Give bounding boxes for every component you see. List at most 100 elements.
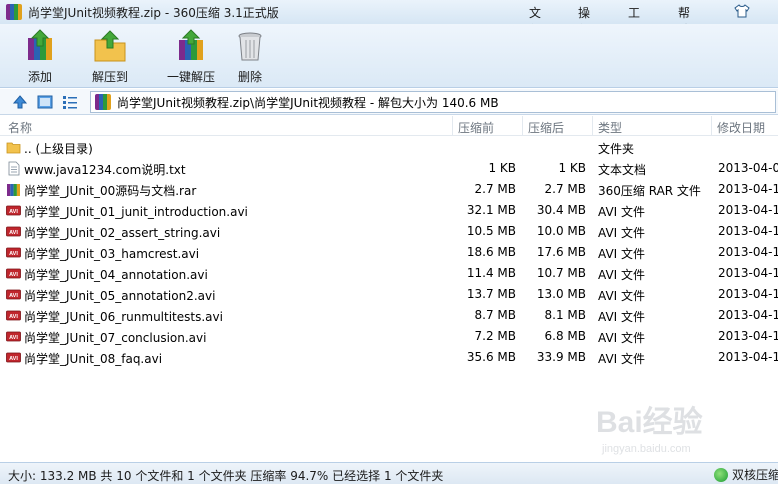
file-type: AVI 文件: [598, 289, 646, 303]
file-type: AVI 文件: [598, 247, 646, 261]
column-header-original[interactable]: 压缩后: [528, 119, 564, 136]
file-compressed-size: 35.6 MB: [466, 350, 516, 364]
file-name: 尚学堂_JUnit_01_junit_introduction.avi: [24, 205, 248, 219]
file-modified-date: 2013-04-1: [718, 245, 778, 259]
address-path-field[interactable]: 尚学堂JUnit视频教程.zip\尚学堂JUnit视频教程 - 解包大小为 14…: [90, 91, 776, 113]
svg-text:AVI: AVI: [9, 356, 18, 362]
file-type: AVI 文件: [598, 226, 646, 240]
file-compressed-size: 8.7 MB: [474, 308, 516, 322]
zip-archive-icon: [6, 4, 22, 20]
column-header-compressed[interactable]: 压缩前: [458, 119, 494, 136]
file-modified-date: 2013-04-1: [718, 329, 778, 343]
file-compressed-size: 2.7 MB: [474, 182, 516, 196]
file-row[interactable]: AVI 尚学堂_JUnit_03_hamcrest.avi 18.6 MB 17.6 …: [0, 242, 778, 263]
column-divider[interactable]: [522, 116, 523, 136]
avi-file-icon: AVI: [6, 224, 21, 239]
file-original-size: 10.0 MB: [536, 224, 586, 238]
file-row[interactable]: AVI 尚学堂_JUnit_02_assert_string.avi 10.5 MB…: [0, 221, 778, 242]
file-compressed-size: 1 KB: [488, 161, 516, 175]
avi-file-icon: AVI: [6, 287, 21, 302]
file-name: 尚学堂_JUnit_06_runmultitests.avi: [24, 310, 223, 324]
add-label: 添加: [27, 70, 52, 84]
file-type: AVI 文件: [598, 352, 646, 366]
file-row[interactable]: AVI 尚学堂_JUnit_06_runmultitests.avi 8.7 MB 8…: [0, 305, 778, 326]
column-header-type[interactable]: 类型: [598, 119, 622, 136]
file-original-size: 13.0 MB: [536, 287, 586, 301]
file-modified-date: 2013-04-1: [718, 224, 778, 238]
window-title: 尚学堂JUnit视频教程.zip - 360压缩 3.1正式版: [28, 5, 279, 20]
file-list: .. (上级目录) 文件夹 www.java1234.com说明.txt 1 KB 1 …: [0, 137, 778, 460]
dual-core-indicator[interactable]: 双核压缩: [714, 466, 778, 483]
file-modified-date: 2013-04-1: [718, 203, 778, 217]
status-text: 大小: 133.2 MB 共 10 个文件和 1 个文件夹 压缩率 94.7% …: [8, 469, 444, 483]
file-type: AVI 文件: [598, 205, 646, 219]
one-click-extract-icon: [179, 29, 203, 60]
avi-file-icon: AVI: [6, 245, 21, 260]
title-bar: 尚学堂JUnit视频教程.zip - 360压缩 3.1正式版: [0, 0, 778, 24]
avi-file-icon: AVI: [6, 266, 21, 281]
column-header-modified[interactable]: 修改日期: [717, 119, 765, 136]
file-original-size: 30.4 MB: [536, 203, 586, 217]
file-original-size: 10.7 MB: [536, 266, 586, 280]
file-original-size: 2.7 MB: [544, 182, 586, 196]
trash-icon: [238, 32, 262, 61]
add-button[interactable]: 添加: [5, 28, 75, 86]
file-name: 尚学堂_JUnit_03_hamcrest.avi: [24, 247, 200, 261]
toolbar: 添加 解压到 一键解压 删除: [0, 24, 778, 88]
extract-to-button[interactable]: 解压到: [75, 28, 145, 86]
file-type: AVI 文件: [598, 310, 646, 324]
file-row[interactable]: AVI 尚学堂_JUnit_04_annotation.avi 11.4 MB 10.…: [0, 263, 778, 284]
file-type: AVI 文件: [598, 331, 646, 345]
file-original-size: 8.1 MB: [544, 308, 586, 322]
file-name: 尚学堂_JUnit_08_faq.avi: [24, 352, 163, 366]
thumbnail-view-icon[interactable]: [37, 94, 53, 110]
dual-core-label: 双核压缩: [732, 468, 778, 482]
file-compressed-size: 11.4 MB: [466, 266, 516, 280]
folder-icon: [6, 140, 21, 155]
skin-shirt-icon[interactable]: [734, 4, 750, 18]
svg-text:AVI: AVI: [9, 314, 18, 320]
file-original-size: 33.9 MB: [536, 350, 586, 364]
file-name: .. (上级目录): [24, 142, 93, 156]
file-name: 尚学堂_JUnit_07_conclusion.avi: [24, 331, 207, 345]
file-row[interactable]: www.java1234.com说明.txt 1 KB 1 KB 文本文档 2013-0…: [0, 158, 778, 179]
file-type: 文本文档: [598, 163, 647, 177]
file-compressed-size: 7.2 MB: [474, 329, 516, 343]
column-divider[interactable]: [452, 116, 453, 136]
address-path: 尚学堂JUnit视频教程.zip\尚学堂JUnit视频教程 - 解包大小为 14…: [117, 95, 499, 110]
file-name: 尚学堂_JUnit_00源码与文档.rar: [24, 184, 197, 198]
file-modified-date: 2013-04-1: [718, 287, 778, 301]
file-type: AVI 文件: [598, 268, 646, 282]
svg-text:AVI: AVI: [9, 272, 18, 278]
file-row[interactable]: AVI 尚学堂_JUnit_01_junit_introduction.avi 32…: [0, 200, 778, 221]
avi-file-icon: AVI: [6, 350, 21, 365]
file-row[interactable]: .. (上级目录) 文件夹: [0, 137, 778, 158]
up-arrow-icon[interactable]: [12, 94, 28, 110]
avi-file-icon: AVI: [6, 329, 21, 344]
dual-core-icon: [714, 467, 728, 482]
column-divider[interactable]: [592, 116, 593, 136]
rar-file-icon: [6, 182, 21, 197]
svg-text:AVI: AVI: [9, 335, 18, 341]
column-header-name[interactable]: 名称: [8, 119, 32, 136]
column-divider[interactable]: [711, 116, 712, 136]
file-row[interactable]: 尚学堂_JUnit_00源码与文档.rar 2.7 MB 2.7 MB 360压缩 R…: [0, 179, 778, 200]
address-bar: 尚学堂JUnit视频教程.zip\尚学堂JUnit视频教程 - 解包大小为 14…: [0, 89, 778, 115]
file-modified-date: 2013-04-1: [718, 350, 778, 364]
file-compressed-size: 18.6 MB: [466, 245, 516, 259]
zip-archive-icon: [95, 94, 111, 110]
add-archive-icon: [28, 29, 52, 60]
file-row[interactable]: AVI 尚学堂_JUnit_05_annotation2.avi 13.7 MB 13…: [0, 284, 778, 305]
delete-button[interactable]: 删除: [215, 28, 285, 86]
file-name: 尚学堂_JUnit_05_annotation2.avi: [24, 289, 216, 303]
svg-text:AVI: AVI: [9, 209, 18, 215]
file-modified-date: 2013-04-1: [718, 308, 778, 322]
file-compressed-size: 10.5 MB: [466, 224, 516, 238]
file-type: 文件夹: [598, 142, 635, 156]
file-name: 尚学堂_JUnit_02_assert_string.avi: [24, 226, 221, 240]
file-compressed-size: 32.1 MB: [466, 203, 516, 217]
list-view-icon[interactable]: [62, 94, 78, 110]
file-row[interactable]: AVI 尚学堂_JUnit_07_conclusion.avi 7.2 MB 6.8 …: [0, 326, 778, 347]
text-file-icon: [6, 161, 21, 176]
file-row[interactable]: AVI 尚学堂_JUnit_08_faq.avi 35.6 MB 33.9 MB AVI…: [0, 347, 778, 368]
